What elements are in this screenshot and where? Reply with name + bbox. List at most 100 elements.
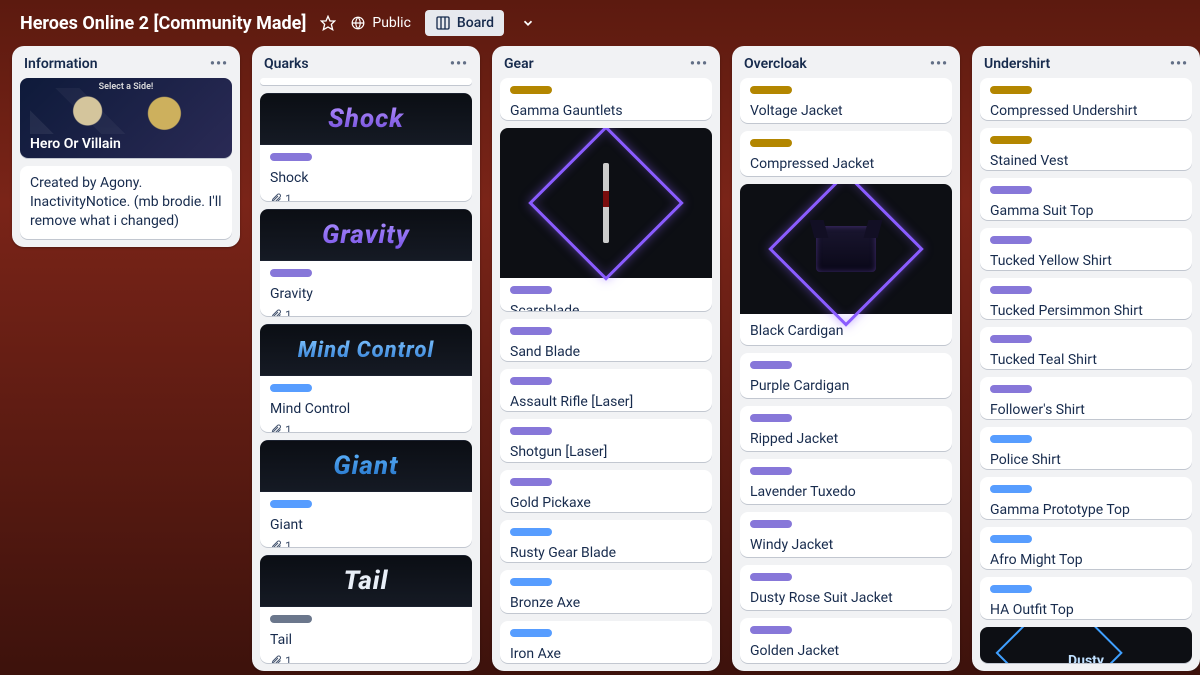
list-menu-icon[interactable]: ••• bbox=[930, 56, 948, 72]
card[interactable]: Stained Vest bbox=[980, 128, 1192, 170]
card[interactable]: Golden Jacket bbox=[740, 618, 952, 663]
card[interactable]: Iron Axe bbox=[500, 621, 712, 663]
card-gravity[interactable]: Gravity Gravity 1 bbox=[260, 209, 472, 317]
card[interactable]: Follower's Shirt bbox=[980, 377, 1192, 419]
card[interactable]: Voltage Jacket bbox=[740, 78, 952, 123]
label-purple[interactable] bbox=[270, 269, 312, 277]
label-purple[interactable] bbox=[750, 361, 792, 369]
list-menu-icon[interactable]: ••• bbox=[1170, 56, 1188, 72]
card[interactable]: Afro Might Top bbox=[980, 527, 1192, 569]
board-title[interactable]: Heroes Online 2 [Community Made] bbox=[20, 13, 306, 34]
board-header: Heroes Online 2 [Community Made] Public … bbox=[0, 0, 1200, 46]
card-dusty[interactable]: Dusty bbox=[980, 627, 1192, 663]
card[interactable]: Gamma Prototype Top bbox=[980, 477, 1192, 519]
label-purple[interactable] bbox=[270, 153, 312, 161]
star-icon[interactable] bbox=[320, 15, 336, 31]
attachment-badge: 1 bbox=[270, 539, 292, 548]
card-mind control[interactable]: Mind Control Mind Control 1 bbox=[260, 324, 472, 432]
card-shock[interactable]: Shock Shock 1 bbox=[260, 93, 472, 201]
card-tail[interactable]: Tail Tail 1 bbox=[260, 555, 472, 663]
list-title[interactable]: Gear bbox=[504, 56, 534, 72]
label-purple[interactable] bbox=[990, 385, 1032, 393]
card[interactable]: Rusty Gear Blade bbox=[500, 520, 712, 562]
list-title[interactable]: Overcloak bbox=[744, 56, 807, 72]
list-gear: Gear ••• Gamma Gauntlets Scarsblade 1 bbox=[492, 46, 720, 671]
card[interactable]: Windy Jacket bbox=[740, 512, 952, 557]
card[interactable]: Gold Pickaxe bbox=[500, 470, 712, 512]
card[interactable]: Bronze Axe bbox=[500, 570, 712, 612]
label-blue[interactable] bbox=[510, 629, 552, 637]
card[interactable]: Gamma Suit Top bbox=[980, 178, 1192, 220]
attachment-badge: 1 bbox=[270, 423, 292, 432]
card-cover-image: Shock bbox=[260, 93, 472, 145]
card-black-cardigan[interactable]: Black Cardigan 3 bbox=[740, 184, 952, 346]
label-purple[interactable] bbox=[510, 327, 552, 335]
card[interactable]: HA Outfit Top bbox=[980, 577, 1192, 619]
label-purple[interactable] bbox=[510, 427, 552, 435]
card[interactable]: Compressed Jacket bbox=[740, 131, 952, 176]
label-gold[interactable] bbox=[750, 139, 792, 147]
label-gold[interactable] bbox=[990, 86, 1032, 94]
card[interactable]: Compressed Undershirt bbox=[980, 78, 1192, 120]
card-peek[interactable] bbox=[260, 78, 472, 85]
list-title[interactable]: Undershirt bbox=[984, 56, 1050, 72]
label-purple[interactable] bbox=[510, 286, 552, 294]
card-gamma-gauntlets[interactable]: Gamma Gauntlets bbox=[500, 78, 712, 120]
label-blue[interactable] bbox=[510, 578, 552, 586]
visibility-toggle[interactable]: Public bbox=[350, 15, 411, 31]
label-blue[interactable] bbox=[510, 528, 552, 536]
board-icon bbox=[435, 15, 451, 31]
card-cover-image bbox=[500, 128, 712, 278]
card-cover-image: Giant bbox=[260, 440, 472, 492]
card[interactable]: Lavender Tuxedo bbox=[740, 459, 952, 504]
card[interactable]: Police Shirt bbox=[980, 427, 1192, 469]
label-purple[interactable] bbox=[750, 626, 792, 634]
list-title[interactable]: Information bbox=[24, 56, 98, 72]
card[interactable]: Shotgun [Laser] bbox=[500, 419, 712, 461]
label-gold[interactable] bbox=[750, 86, 792, 94]
label-purple[interactable] bbox=[990, 335, 1032, 343]
label-purple[interactable] bbox=[750, 467, 792, 475]
list-menu-icon[interactable]: ••• bbox=[210, 56, 228, 72]
card[interactable]: Tucked Yellow Shirt bbox=[980, 228, 1192, 270]
label-purple[interactable] bbox=[510, 377, 552, 385]
label-gold[interactable] bbox=[510, 86, 552, 94]
card[interactable]: Tucked Teal Shirt bbox=[980, 327, 1192, 369]
label-blue[interactable] bbox=[990, 485, 1032, 493]
label-blue[interactable] bbox=[990, 535, 1032, 543]
card-hero-or-villain[interactable]: Hero Or Villain bbox=[20, 78, 232, 158]
view-switcher-button[interactable]: Board bbox=[425, 10, 504, 36]
list-title[interactable]: Quarks bbox=[264, 56, 309, 72]
label-purple[interactable] bbox=[750, 414, 792, 422]
card[interactable]: Sand Blade bbox=[500, 319, 712, 361]
label-purple[interactable] bbox=[990, 236, 1032, 244]
label-purple[interactable] bbox=[990, 286, 1032, 294]
label-purple[interactable] bbox=[990, 186, 1032, 194]
list-menu-icon[interactable]: ••• bbox=[690, 56, 708, 72]
label-blue[interactable] bbox=[270, 500, 312, 508]
board-canvas[interactable]: Information ••• Hero Or Villain Created … bbox=[0, 46, 1200, 671]
attachment-badge: 3 bbox=[772, 345, 794, 346]
chevron-down-icon[interactable] bbox=[518, 16, 538, 30]
card-cover-image: Gravity bbox=[260, 209, 472, 261]
label-purple[interactable] bbox=[510, 478, 552, 486]
label-gray[interactable] bbox=[270, 615, 312, 623]
view-label: Board bbox=[457, 15, 494, 31]
label-blue[interactable] bbox=[990, 585, 1032, 593]
label-blue[interactable] bbox=[990, 435, 1032, 443]
card[interactable]: Assault Rifle [Laser] bbox=[500, 369, 712, 411]
card-cover-image: Tail bbox=[260, 555, 472, 607]
card[interactable]: Tucked Persimmon Shirt bbox=[980, 278, 1192, 320]
card-description[interactable]: Created by Agony. InactivityNotice. (mb … bbox=[20, 166, 232, 239]
label-blue[interactable] bbox=[270, 384, 312, 392]
card-scarsblade[interactable]: Scarsblade 1 bbox=[500, 128, 712, 310]
list-overcloak: Overcloak ••• Voltage Jacket Compressed … bbox=[732, 46, 960, 671]
label-purple[interactable] bbox=[750, 573, 792, 581]
card-giant[interactable]: Giant Giant 1 bbox=[260, 440, 472, 548]
card[interactable]: Ripped Jacket bbox=[740, 406, 952, 451]
card[interactable]: Dusty Rose Suit Jacket bbox=[740, 565, 952, 610]
card[interactable]: Purple Cardigan bbox=[740, 353, 952, 398]
label-purple[interactable] bbox=[750, 520, 792, 528]
label-gold[interactable] bbox=[990, 136, 1032, 144]
list-menu-icon[interactable]: ••• bbox=[450, 56, 468, 72]
